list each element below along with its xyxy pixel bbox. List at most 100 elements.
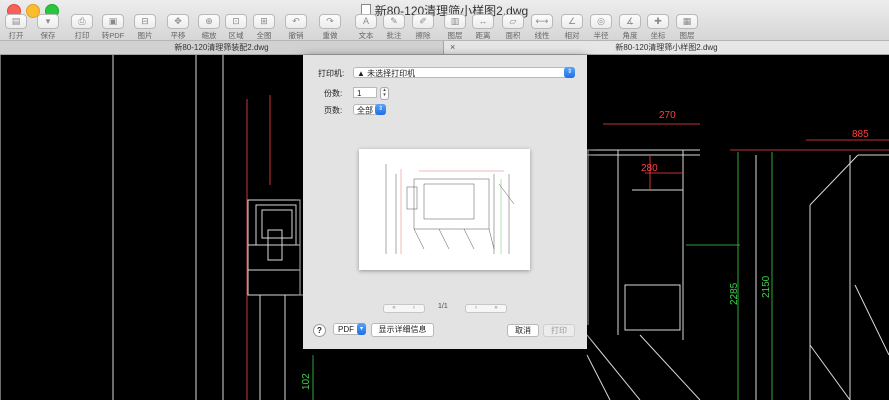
copies-stepper[interactable]: ▴ ▾ [380,87,389,100]
text-icon: A [355,14,377,29]
toolbar-button-label: 转PDF [101,31,125,40]
print-button[interactable]: 打印 [543,324,575,337]
prev-page-icon[interactable]: ‹ [404,305,424,312]
tab-label: 新80-120清理筛小样图2.dwg [615,43,718,52]
redo-icon: ↷ [319,14,341,29]
toolbar-button-label: 保存 [40,31,56,40]
pdf-icon: ▣ [102,14,124,29]
document-tabs: 新80-120清理筛装配2.dwg × 新80-120清理筛小样图2.dwg [0,41,889,55]
toolbar-button-label: 坐标 [650,31,666,40]
save-icon: ▾ [37,14,59,29]
toolbar-button-label: 角度 [622,31,638,40]
area-icon: ▱ [502,14,524,29]
toolbar-button-15[interactable]: ↔ 距离 [471,14,495,40]
show-details-button[interactable]: 显示详细信息 [371,323,434,337]
toolbar-button-4[interactable]: ⊟ 图片 [133,14,157,40]
toolbar-button-label: 面积 [505,31,521,40]
toolbar-button-label: 图片 [137,31,153,40]
print-preview [359,149,530,270]
toolbar-button-label: 批注 [386,31,402,40]
toolbar-button-8[interactable]: ⊞ 全图 [252,14,276,40]
image-icon: ⊟ [134,14,156,29]
next-last-page-buttons[interactable]: ›» [465,304,507,313]
annotation-icon: ✎ [383,14,405,29]
pages-select[interactable]: 全部 ⇕ [353,104,386,115]
chevron-down-icon: ▾ [357,323,366,335]
tab-assembly-drawing[interactable]: 新80-120清理筛装配2.dwg [0,41,444,54]
toolbar-button-label: 线性 [534,31,550,40]
toolbar-button-label: 撤销 [288,31,304,40]
toolbar-button-label: 文本 [358,31,374,40]
tab-label: 新80-120清理筛装配2.dwg [174,43,269,52]
preview-drawing-thumbnail [385,164,515,254]
toolbar-button-label: 相对 [564,31,580,40]
dimension-label: 102 [301,373,312,390]
coordinate-icon: ✚ [647,14,669,29]
printer-select[interactable]: ▲ 未选择打印机 ⇕ [353,67,575,78]
toolbar-button-13[interactable]: ✐ 擦除 [411,14,435,40]
next-page-icon[interactable]: › [466,305,486,312]
printer-icon: ⎙ [71,14,93,29]
toolbar-button-label: 重做 [322,31,338,40]
layers-icon: ▦ [676,14,698,29]
radius-icon: ◎ [590,14,612,29]
dimension-label: 270 [659,110,676,121]
folder-icon: ▤ [5,14,27,29]
copies-field[interactable]: 1 [353,87,377,98]
toolbar-button-17[interactable]: ⟷ 线性 [530,14,554,40]
dimension-label: 885 [852,129,869,140]
toolbar-button-22[interactable]: ▦ 图层 [675,14,699,40]
printer-label: 打印机: [318,69,345,78]
dimension-label: 2150 [761,275,772,298]
copies-value: 1 [357,89,362,98]
print-dialog: 打印机: ▲ 未选择打印机 ⇕ 份数: 1 ▴ ▾ 页数: 全部 ⇕ « ‹ 1… [303,55,587,349]
last-page-icon[interactable]: » [486,305,506,312]
eraser-icon: ✐ [412,14,434,29]
toolbar-button-14[interactable]: ▥ 图层 [443,14,467,40]
toolbar-button-11[interactable]: A 文本 [354,14,378,40]
help-button[interactable]: ? [313,324,326,337]
pages-value: 全部 [357,106,373,115]
toolbar-button-label: 图层 [447,31,463,40]
toolbar-button-label: 缩放 [201,31,217,40]
window-titlebar: 新80-120清理筛小样图2.dwg ▤ 打开 ▾ 保存 ⎙ 打印 ▣ 转PDF ⊟ 图片 ✥ 平移 ⊕… [0,0,889,41]
dimension-label: 280 [641,163,658,174]
toolbar-button-9[interactable]: ↶ 撤销 [284,14,308,40]
chevron-updown-icon: ⇕ [375,104,386,115]
dimension-label: 2285 [729,282,740,305]
pdf-menu-button[interactable]: PDF ▾ [333,323,366,335]
pdf-label: PDF [338,325,354,334]
toolbar-button-16[interactable]: ▱ 面积 [501,14,525,40]
toolbar-button-19[interactable]: ◎ 半径 [589,14,613,40]
first-prev-page-buttons[interactable]: «‹ [383,304,425,313]
undo-icon: ↶ [285,14,307,29]
toolbar-button-7[interactable]: ⊡ 区域 [224,14,248,40]
toolbar-button-label: 平移 [170,31,186,40]
toolbar-button-21[interactable]: ✚ 坐标 [646,14,670,40]
printer-value: ▲ 未选择打印机 [357,69,416,78]
toolbar-button-5[interactable]: ✥ 平移 [166,14,190,40]
toolbar-button-label: 半径 [593,31,609,40]
relative-dim-icon: ∠ [561,14,583,29]
toolbar-button-3[interactable]: ▣ 转PDF [101,14,125,40]
zoom-extents-icon: ⊞ [253,14,275,29]
zoom-window-icon: ⊡ [225,14,247,29]
toolbar-button-10[interactable]: ↷ 重做 [318,14,342,40]
close-tab-icon[interactable]: × [450,41,455,54]
toolbar-button-1[interactable]: ▾ 保存 [36,14,60,40]
copies-label: 份数: [324,89,343,98]
layers-icon: ▥ [444,14,466,29]
toolbar-button-12[interactable]: ✎ 批注 [382,14,406,40]
first-page-icon[interactable]: « [384,305,404,312]
toolbar-button-2[interactable]: ⎙ 打印 [70,14,94,40]
toolbar-button-label: 距离 [475,31,491,40]
linear-dim-icon: ⟷ [531,14,553,29]
toolbar-button-20[interactable]: ∡ 角度 [618,14,642,40]
toolbar-button-18[interactable]: ∠ 相对 [560,14,584,40]
toolbar-button-6[interactable]: ⊕ 缩放 [197,14,221,40]
toolbar-button-0[interactable]: ▤ 打开 [4,14,28,40]
toolbar-button-label: 图层 [679,31,695,40]
cancel-button[interactable]: 取消 [507,324,539,337]
tab-sample-drawing[interactable]: × 新80-120清理筛小样图2.dwg [444,41,889,54]
toolbar-button-label: 擦除 [415,31,431,40]
